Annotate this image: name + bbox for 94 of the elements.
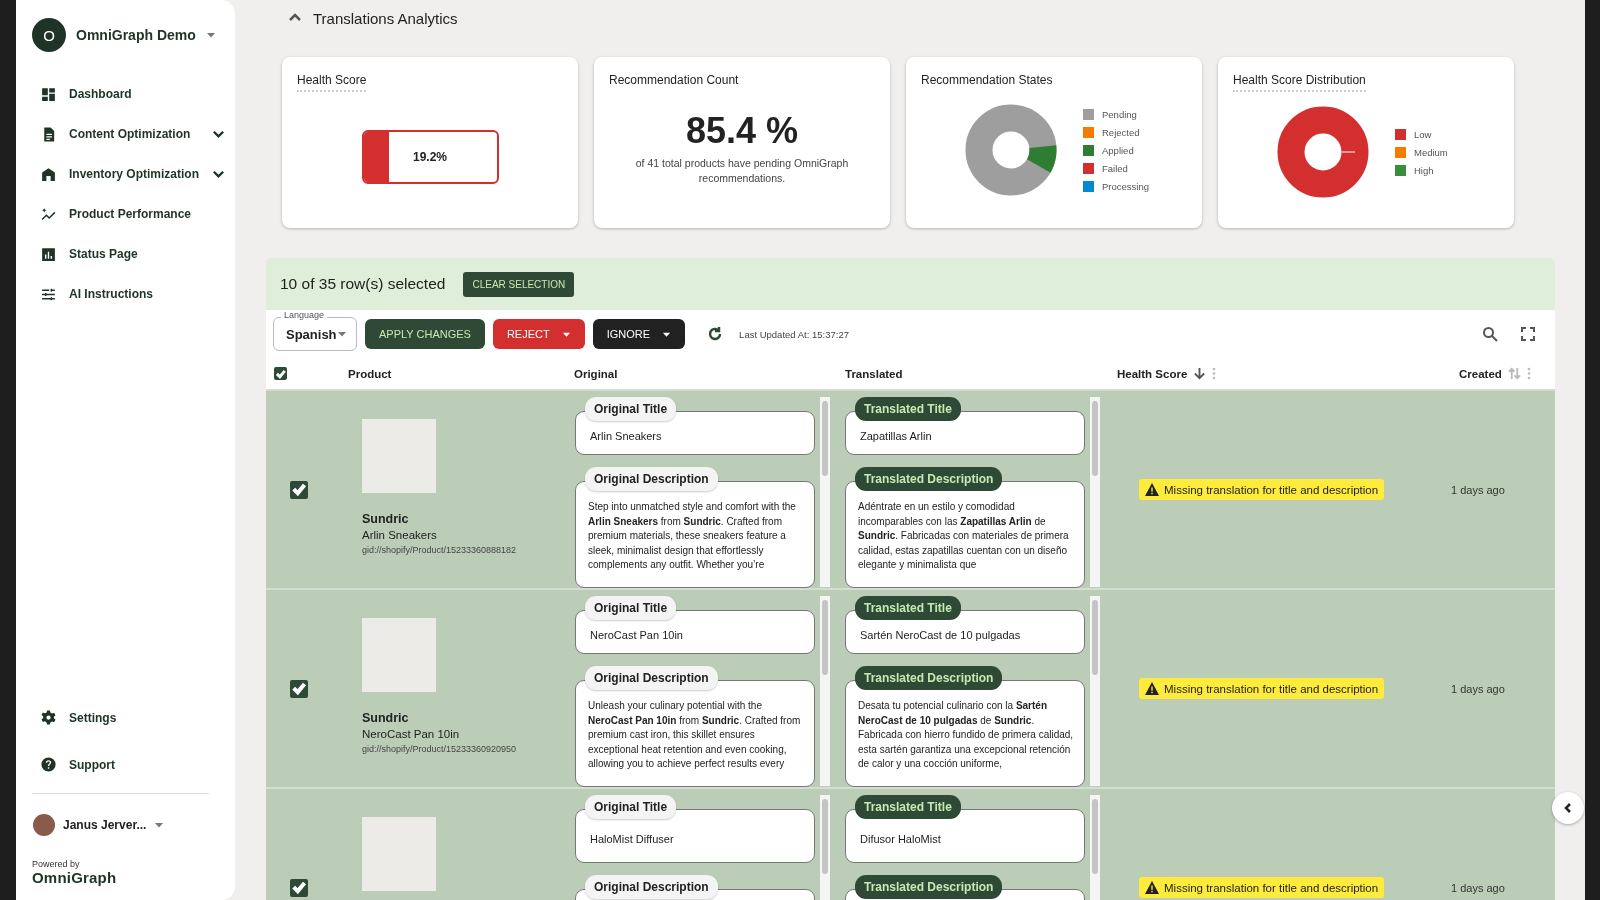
nav-item[interactable]: Content Optimization: [32, 114, 227, 154]
column-header[interactable]: Translated: [845, 367, 903, 380]
powered-by-text: Powered by: [32, 859, 81, 869]
column-header[interactable]: Created: [1459, 367, 1502, 380]
section-title: Translations Analytics: [313, 9, 458, 27]
legend-label: Medium: [1414, 146, 1448, 158]
field-label: Original Title: [585, 397, 677, 421]
action-button[interactable]: APPLY CHANGES: [365, 319, 485, 349]
scrollbar[interactable]: [1090, 596, 1100, 786]
nav-item[interactable]: Status Page: [32, 234, 227, 274]
field-label: Translated Description: [855, 875, 1003, 899]
scrollbar[interactable]: [1090, 397, 1100, 587]
warning-badge: Missing translation for title and description: [1139, 877, 1385, 898]
refresh-icon[interactable]: [707, 326, 724, 342]
stat-value: 85.4 %: [684, 110, 800, 152]
product-name: Arlin Sneakers: [362, 529, 438, 541]
gauge-reading: 19.2%: [413, 150, 447, 164]
action-button[interactable]: REJECT: [492, 319, 585, 349]
legend-label: Pending: [1102, 108, 1137, 120]
warning-badge: Missing translation for title and description: [1139, 678, 1385, 699]
field-label: Original Description: [585, 875, 718, 899]
nav-item[interactable]: Inventory Optimization: [32, 154, 227, 194]
field-label: Translated Description: [855, 666, 1003, 691]
selection-count: 10 of 35 row(s) selected: [280, 275, 446, 293]
field-label: Translated Description: [855, 467, 1003, 492]
field-label: Original Title: [585, 596, 677, 620]
column-header[interactable]: Product: [348, 367, 392, 380]
product-id: gid://shopify/Product/15233360920950: [362, 744, 518, 754]
legend-label: Failed: [1102, 162, 1128, 174]
product-brand: Sundric: [362, 711, 410, 725]
grid-icon: [40, 85, 57, 103]
product-brand: Sundric: [362, 512, 410, 526]
created-date: 1 days ago: [1451, 682, 1505, 695]
store-icon: [40, 165, 57, 183]
checkbox[interactable]: [290, 878, 308, 897]
sort-arrow-icon[interactable]: [1193, 367, 1207, 380]
card-title: Health Score: [297, 73, 367, 92]
user-name[interactable]: Janus Jerver...: [63, 818, 147, 832]
scrollbar[interactable]: [820, 596, 830, 786]
org-avatar[interactable]: O: [32, 18, 66, 52]
field-label: Translated Title: [855, 795, 961, 819]
checkbox[interactable]: [274, 367, 287, 380]
warning-badge: Missing translation for title and description: [1139, 479, 1385, 500]
card-title: Recommendation Count: [609, 73, 739, 89]
caret-icon: [154, 820, 165, 830]
product-id: gid://shopify/Product/15233360888182: [362, 545, 518, 555]
field-label: Translated Title: [855, 397, 961, 421]
search-icon[interactable]: [1482, 326, 1498, 342]
help-icon: [40, 756, 57, 773]
created-date: 1 days ago: [1451, 881, 1505, 894]
collapse-button[interactable]: [1552, 792, 1584, 824]
warning-icon: [1145, 881, 1159, 894]
settings-icon: [40, 709, 57, 726]
caret-icon: [337, 329, 347, 339]
field-label: Original Description: [585, 666, 718, 691]
product-name: NeroCast Pan 10in: [362, 728, 461, 740]
nav-item[interactable]: Dashboard: [32, 74, 227, 114]
clear-selection-button[interactable]: CLEAR SELECTION: [463, 271, 575, 297]
field-label: Language: [281, 310, 328, 320]
card-title: Health Score Distribution: [1233, 73, 1366, 92]
nav-item[interactable]: Support: [32, 741, 227, 788]
bar-chart-icon: [40, 245, 57, 263]
legend-label: High: [1414, 164, 1434, 176]
checkbox[interactable]: [290, 679, 308, 698]
fullscreen-icon[interactable]: [1520, 326, 1536, 342]
action-button[interactable]: IGNORE: [592, 319, 686, 349]
nav-item[interactable]: AI Instructions: [32, 274, 227, 314]
table-row[interactable]: [266, 588, 1555, 787]
warning-icon: [1145, 483, 1159, 496]
column-header[interactable]: Original: [574, 367, 618, 380]
nav-item[interactable]: Settings: [32, 694, 227, 741]
caret-icon: [205, 30, 216, 40]
brand-logo: OmniGraph: [32, 869, 118, 886]
stat-caption: of 41 total products have pending OmniGraph recommendations.: [634, 156, 850, 186]
legend-label: Rejected: [1102, 126, 1140, 138]
legend-label: Low: [1414, 128, 1432, 140]
warning-icon: [1145, 682, 1159, 695]
org-name[interactable]: OmniGraph Demo: [76, 27, 196, 43]
field-label: Original Description: [585, 467, 718, 492]
table-row[interactable]: Original Title HaloMist Diffuser Original Description Translated Title Difusor HaloMist Translated Description Missing translation for title and description 1 days ago: [266, 787, 1555, 900]
field-label: Original Title: [585, 795, 677, 819]
legend-label: Applied: [1102, 144, 1134, 156]
user-avatar[interactable]: [33, 814, 55, 836]
card-title: Recommendation States: [921, 73, 1053, 89]
last-updated-text: Last Updated At: 15:37:27: [739, 328, 849, 340]
legend-label: Processing: [1102, 180, 1149, 192]
checkbox[interactable]: [290, 480, 308, 499]
field-label: Translated Title: [855, 596, 961, 620]
column-header[interactable]: Health Score: [1117, 367, 1188, 380]
scrollbar[interactable]: [820, 397, 830, 587]
created-date: 1 days ago: [1451, 483, 1505, 496]
chevron-icon: [1562, 802, 1574, 814]
nav-item[interactable]: Product Performance: [32, 194, 227, 234]
table-row[interactable]: [266, 389, 1555, 588]
